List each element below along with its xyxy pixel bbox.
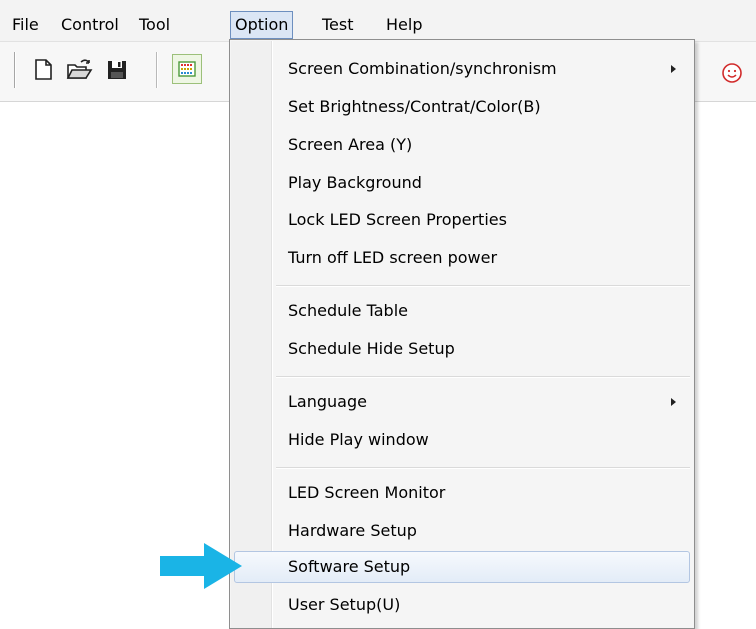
menu-item-label: Screen Area (Y) — [288, 135, 413, 154]
new-button[interactable] — [28, 54, 58, 84]
toolbar-separator — [156, 52, 157, 88]
menu-item-language[interactable]: Language — [234, 386, 690, 418]
menu-file[interactable]: File — [8, 11, 43, 39]
menu-tool[interactable]: Tool — [135, 11, 174, 39]
menu-item-label: Screen Combination/synchronism — [288, 59, 557, 78]
menu-separator — [276, 285, 690, 286]
led-screen-icon — [178, 61, 196, 77]
toolbar-grip[interactable] — [14, 52, 15, 88]
menu-item-label: Language — [288, 392, 367, 411]
menu-item-software-setup[interactable]: Software Setup — [234, 551, 690, 583]
menu-item-label: Set Brightness/Contrat/Color(B) — [288, 97, 541, 116]
menu-help[interactable]: Help — [382, 11, 426, 39]
open-button[interactable] — [64, 54, 94, 84]
menu-item-turn-off-led-power[interactable]: Turn off LED screen power — [234, 242, 690, 274]
open-folder-icon — [66, 59, 93, 79]
menu-item-hide-play-window[interactable]: Hide Play window — [234, 424, 690, 456]
menu-item-label: Schedule Hide Setup — [288, 339, 455, 358]
menu-item-screen-area[interactable]: Screen Area (Y) — [234, 129, 690, 161]
menu-item-label: User Setup(U) — [288, 595, 401, 614]
menu-item-label: Hardware Setup — [288, 521, 417, 540]
menu-option[interactable]: Option — [230, 11, 294, 39]
menu-item-label: Schedule Table — [288, 301, 408, 320]
smiley-icon — [722, 63, 742, 83]
menu-item-hardware-setup[interactable]: Hardware Setup — [234, 515, 690, 547]
led-screen-button[interactable] — [172, 54, 202, 84]
menu-item-led-screen-monitor[interactable]: LED Screen Monitor — [234, 477, 690, 509]
menu-item-schedule-table[interactable]: Schedule Table — [234, 295, 690, 327]
menu-separator — [276, 467, 690, 468]
menu-item-set-brightness[interactable]: Set Brightness/Contrat/Color(B) — [234, 91, 690, 123]
menu-bar: File Control Tool Option Test Help — [0, 0, 756, 42]
menu-test[interactable]: Test — [318, 11, 358, 39]
menu-item-label: LED Screen Monitor — [288, 483, 446, 502]
menu-item-label: Lock LED Screen Properties — [288, 210, 507, 229]
option-dropdown-menu: Screen Combination/synchronism Set Brigh… — [229, 39, 695, 629]
save-button[interactable] — [102, 54, 132, 84]
new-document-icon — [35, 59, 52, 80]
menu-item-screen-combination[interactable]: Screen Combination/synchronism — [234, 53, 690, 85]
submenu-arrow-icon — [671, 398, 676, 406]
smiley-button[interactable] — [720, 61, 744, 85]
menu-item-user-setup[interactable]: User Setup(U) — [234, 589, 690, 621]
submenu-arrow-icon — [671, 65, 676, 73]
menu-item-label: Play Background — [288, 173, 422, 192]
save-disk-icon — [108, 61, 126, 79]
menu-item-play-background[interactable]: Play Background — [234, 167, 690, 199]
menu-separator — [276, 376, 690, 377]
menu-item-label: Turn off LED screen power — [288, 248, 498, 267]
menu-item-lock-led-screen[interactable]: Lock LED Screen Properties — [234, 204, 690, 236]
menu-control[interactable]: Control — [57, 11, 123, 39]
menu-item-schedule-hide-setup[interactable]: Schedule Hide Setup — [234, 333, 690, 365]
annotation-arrow-icon — [160, 543, 242, 589]
menu-item-label: Software Setup — [288, 557, 411, 576]
menu-item-label: Hide Play window — [288, 430, 429, 449]
